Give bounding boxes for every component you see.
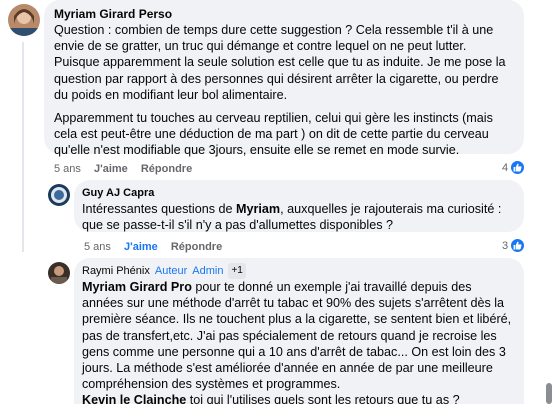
avatar-guy-image bbox=[48, 184, 70, 206]
avatar-myriam[interactable] bbox=[8, 4, 40, 36]
comment-text: Myriam Girard Pro pour te donné un exemp… bbox=[82, 279, 514, 404]
comment-time[interactable]: 5 ans bbox=[54, 163, 81, 175]
comment-author[interactable]: Myriam Girard Perso bbox=[54, 6, 514, 22]
like-button[interactable]: J'aime bbox=[94, 163, 128, 175]
mention-link[interactable]: Myriam bbox=[236, 202, 280, 216]
comment-author-row: Raymi Phénix Auteur Admin +1 bbox=[82, 263, 514, 279]
comment-text-part: toi qui l'utilises quels sont les retour… bbox=[186, 393, 460, 404]
comment-author[interactable]: Raymi Phénix bbox=[82, 263, 150, 279]
mention-link[interactable]: Myriam Girard Pro bbox=[82, 280, 192, 294]
avatar-guy[interactable] bbox=[48, 184, 70, 206]
comment-author[interactable]: Guy AJ Capra bbox=[82, 185, 514, 201]
reaction-summary[interactable]: 4 bbox=[502, 160, 526, 175]
comment-actions: 5 ans J'aime Répondre bbox=[84, 240, 232, 254]
comment-paragraph: Apparemment tu touches au cerveau reptil… bbox=[54, 111, 493, 158]
comment-text: Intéressantes questions de Myriam, auxqu… bbox=[82, 201, 514, 233]
like-button[interactable]: J'aime bbox=[124, 241, 158, 253]
reply-button[interactable]: Répondre bbox=[141, 163, 192, 175]
comment-bubble: Myriam Girard Perso Question : combien d… bbox=[44, 0, 524, 157]
reaction-count: 3 bbox=[502, 239, 509, 252]
comment-bubble: Guy AJ Capra Intéressantes questions de … bbox=[74, 180, 524, 232]
badge-more[interactable]: +1 bbox=[228, 263, 246, 279]
avatar-raymi[interactable] bbox=[48, 262, 70, 284]
comment-text-part: Intéressantes questions de bbox=[82, 202, 237, 216]
comment-bubble: Raymi Phénix Auteur Admin +1 Myriam Gira… bbox=[74, 258, 524, 404]
admin-badge: Admin bbox=[192, 265, 224, 277]
comment-text-part: pour te donné un exemple j'ai travaillé … bbox=[82, 280, 512, 392]
like-reaction-icon bbox=[510, 238, 526, 253]
mention-link[interactable]: Kevin le Clainche bbox=[82, 393, 186, 404]
comment-paragraph: Question : combien de temps dure cette s… bbox=[54, 23, 506, 102]
author-badge: Auteur bbox=[154, 265, 188, 277]
reply-button[interactable]: Répondre bbox=[171, 241, 222, 253]
reaction-summary[interactable]: 3 bbox=[502, 238, 526, 253]
avatar-myriam-image bbox=[8, 4, 40, 36]
reaction-count: 4 bbox=[502, 161, 509, 174]
like-reaction-icon bbox=[510, 160, 526, 175]
scrollbar-thumb[interactable] bbox=[546, 383, 552, 404]
comment-actions: 5 ans J'aime Répondre bbox=[54, 162, 202, 176]
thread-line bbox=[22, 42, 24, 252]
comment-text: Question : combien de temps dure cette s… bbox=[54, 22, 514, 159]
avatar-raymi-image bbox=[48, 262, 70, 284]
comment-time[interactable]: 5 ans bbox=[84, 241, 111, 253]
